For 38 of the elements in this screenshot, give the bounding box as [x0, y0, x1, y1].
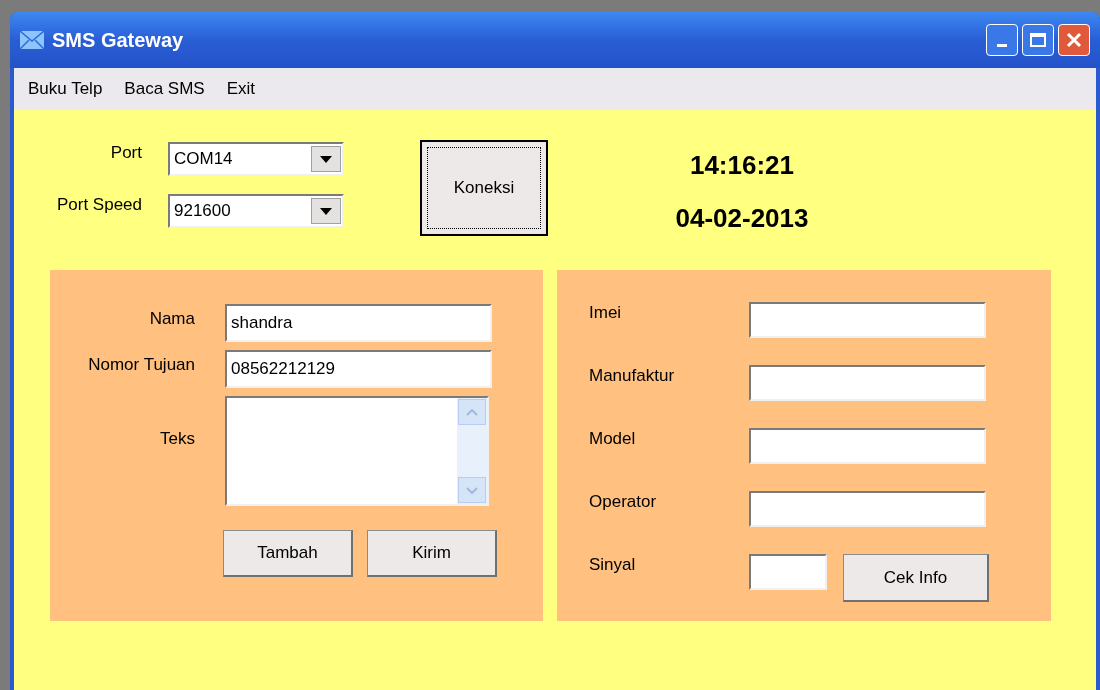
field-label: Manufaktur [589, 365, 676, 387]
up-chevron-icon [466, 408, 478, 416]
text-field[interactable] [749, 365, 986, 401]
field-label: Imei [589, 302, 623, 324]
action-button[interactable]: Tambah [223, 530, 353, 577]
check-info-button[interactable]: Cek Info [843, 554, 989, 602]
text-field[interactable] [749, 554, 827, 590]
clock-time: 14:16:21 [689, 149, 795, 182]
action-button[interactable]: Kirim [367, 530, 497, 577]
text-field[interactable] [749, 302, 986, 338]
close-button[interactable] [1058, 24, 1090, 56]
menu-item[interactable]: Exit [226, 76, 255, 102]
field-label: Nomor Tujuan [87, 354, 196, 376]
envelope-icon [20, 31, 44, 49]
field-label: Operator [589, 491, 658, 513]
field-label: Nama [148, 308, 196, 330]
close-icon [1066, 32, 1082, 48]
menu-item[interactable]: Baca SMS [124, 76, 205, 102]
connect-button[interactable]: Koneksi [420, 140, 548, 236]
field-label: Port [109, 142, 143, 165]
minimize-button[interactable] [986, 24, 1018, 56]
port-dropdown[interactable]: COM14 [168, 142, 344, 176]
text-field[interactable]: shandra [225, 304, 492, 342]
message-textarea[interactable] [225, 396, 489, 506]
maximize-button[interactable] [1022, 24, 1054, 56]
window-title: SMS Gateway [52, 28, 185, 53]
scrollbar[interactable] [457, 398, 487, 504]
clock-date: 04-02-2013 [675, 202, 809, 235]
field-label: Teks [159, 428, 196, 450]
field-label: Sinyal [589, 554, 637, 576]
menu-item[interactable]: Buku Telp [28, 76, 103, 102]
text-field[interactable] [749, 491, 986, 527]
down-chevron-icon [466, 486, 478, 494]
text-field[interactable]: 08562212129 [225, 350, 492, 388]
field-label: Model [589, 428, 637, 450]
text-field[interactable] [749, 428, 986, 464]
port-dropdown[interactable]: 921600 [168, 194, 344, 228]
field-label: Port Speed [55, 194, 143, 217]
